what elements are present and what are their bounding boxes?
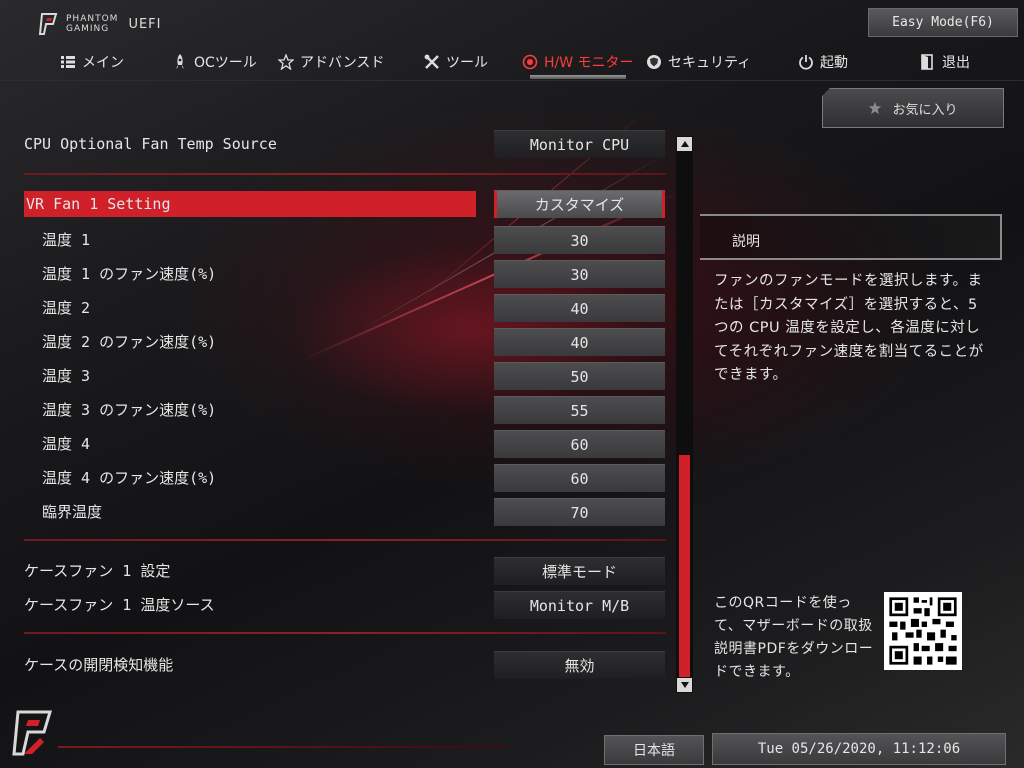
active-tab-indicator: [530, 75, 626, 79]
tab-exit[interactable]: 退出: [920, 48, 970, 76]
description-text: ファンのファンモードを選択します。または［カスタマイズ］を選択すると、5 つの …: [714, 273, 984, 383]
setting-label: ケースファン 1 設定: [24, 561, 171, 580]
tab-oc-tools[interactable]: OCツール: [172, 48, 257, 76]
setting-row[interactable]: CPU Optional Fan Temp Source: [24, 131, 474, 157]
setting-label: 温度 4: [42, 434, 91, 453]
setting-row[interactable]: 温度 4: [42, 430, 492, 456]
favorites-label: お気に入り: [892, 102, 958, 118]
tab-label: OCツール: [194, 55, 257, 71]
datetime-display: Tue 05/26/2020, 11:12:06: [712, 733, 1006, 765]
tab-hw-monitor[interactable]: H/W モニター: [522, 48, 634, 76]
tab-boot[interactable]: 起動: [798, 48, 848, 76]
tab-label: ツール: [446, 55, 488, 71]
list-icon: [60, 54, 76, 70]
tab-security[interactable]: セキュリティ: [646, 48, 751, 76]
tools-icon: [424, 54, 440, 70]
easy-mode-button[interactable]: Easy Mode(F6): [868, 8, 1018, 37]
setting-value-field[interactable]: 55: [494, 396, 665, 424]
setting-value-field[interactable]: 30: [494, 260, 665, 288]
setting-label: 温度 3 のファン速度(%): [42, 400, 217, 419]
qr-code-icon: [884, 592, 962, 670]
brand-line2: GAMING: [66, 24, 110, 34]
setting-label: 温度 3: [42, 366, 91, 385]
setting-row[interactable]: 温度 3 のファン速度(%): [42, 396, 492, 422]
tab-tools[interactable]: ツール: [424, 48, 488, 76]
pg-logo-icon: [12, 710, 53, 756]
setting-label: 温度 1: [42, 230, 91, 249]
shield-icon: [646, 54, 662, 70]
setting-value-field[interactable]: 50: [494, 362, 665, 390]
setting-label: 温度 2 のファン速度(%): [42, 332, 217, 351]
monitor-icon: [522, 54, 538, 70]
setting-label: CPU Optional Fan Temp Source: [24, 135, 277, 153]
tab-main[interactable]: メイン: [60, 48, 124, 76]
tab-label: メイン: [82, 55, 124, 71]
footer-accent-line: [58, 746, 508, 748]
setting-value-button[interactable]: 無効: [494, 651, 665, 679]
favorites-button[interactable]: お気に入り: [822, 88, 1004, 128]
setting-row[interactable]: ケースの開閉検知機能: [24, 651, 474, 677]
section-separator: [24, 632, 666, 634]
star-icon: [278, 54, 294, 70]
setting-label: 臨界温度: [42, 502, 103, 521]
section-separator: [24, 173, 666, 175]
setting-value-button[interactable]: カスタマイズ: [494, 190, 665, 218]
main-nav: メイン OCツール アドバンスド ツール H/W モニター セキュリティ 起動 …: [0, 48, 1024, 78]
power-icon: [798, 54, 814, 70]
setting-value-field[interactable]: 40: [494, 328, 665, 356]
setting-value-button[interactable]: Monitor M/B: [494, 591, 665, 619]
nav-divider: [0, 80, 1024, 81]
setting-value-field[interactable]: 60: [494, 430, 665, 458]
phantom-gaming-logo: PHANTOM GAMING UEFI: [38, 12, 161, 36]
setting-value-button[interactable]: Monitor CPU: [494, 130, 665, 158]
tab-label: 起動: [820, 55, 848, 71]
description-title: 説明: [732, 234, 760, 250]
setting-label: 温度 2: [42, 298, 91, 317]
pg-logo-icon: [38, 13, 58, 35]
scroll-up-button[interactable]: [677, 137, 692, 151]
tab-label: H/W モニター: [544, 55, 634, 71]
scroll-down-button[interactable]: [677, 678, 692, 692]
setting-value-field[interactable]: 30: [494, 226, 665, 254]
setting-row[interactable]: ケースファン 1 設定: [24, 557, 474, 583]
setting-row[interactable]: 温度 2: [42, 294, 492, 320]
brand-line1: PHANTOM: [66, 14, 119, 24]
setting-label: ケースの開閉検知機能: [24, 655, 174, 674]
setting-row[interactable]: 温度 1: [42, 226, 492, 252]
setting-label: ケースファン 1 温度ソース: [24, 595, 215, 614]
tab-label: セキュリティ: [668, 55, 752, 71]
setting-row[interactable]: 温度 2 のファン速度(%): [42, 328, 492, 354]
setting-value-field[interactable]: 40: [494, 294, 665, 322]
tab-label: 退出: [942, 55, 970, 71]
rocket-icon: [172, 54, 188, 70]
language-button[interactable]: 日本語: [604, 735, 704, 765]
setting-label: VR Fan 1 Setting: [26, 195, 171, 213]
setting-label: 温度 4 のファン速度(%): [42, 468, 217, 487]
setting-row[interactable]: 温度 4 のファン速度(%): [42, 464, 492, 490]
setting-value-field[interactable]: 70: [494, 498, 665, 526]
description-divider: [700, 258, 1000, 260]
star-icon: [869, 101, 882, 115]
setting-row[interactable]: 臨界温度: [42, 498, 492, 524]
uefi-label: UEFI: [128, 16, 162, 32]
setting-value-button[interactable]: 標準モード: [494, 557, 665, 585]
setting-value-field[interactable]: 60: [494, 464, 665, 492]
scrollbar-thumb[interactable]: [679, 455, 690, 677]
arrow-up-icon: [680, 141, 689, 147]
exit-icon: [920, 54, 936, 70]
tab-advanced[interactable]: アドバンスド: [278, 48, 384, 76]
setting-row[interactable]: 温度 1 のファン速度(%): [42, 260, 492, 286]
arrow-down-icon: [680, 682, 689, 688]
qr-description: このQRコードを使って、マザーボードの取扱説明書PDFをダウンロードできます。: [714, 595, 874, 680]
setting-row-selected[interactable]: VR Fan 1 Setting: [24, 191, 476, 217]
setting-row[interactable]: ケースファン 1 温度ソース: [24, 591, 474, 617]
setting-row[interactable]: 温度 3: [42, 362, 492, 388]
setting-label: 温度 1 のファン速度(%): [42, 264, 217, 283]
tab-label: アドバンスド: [300, 55, 385, 71]
section-separator: [24, 539, 666, 541]
